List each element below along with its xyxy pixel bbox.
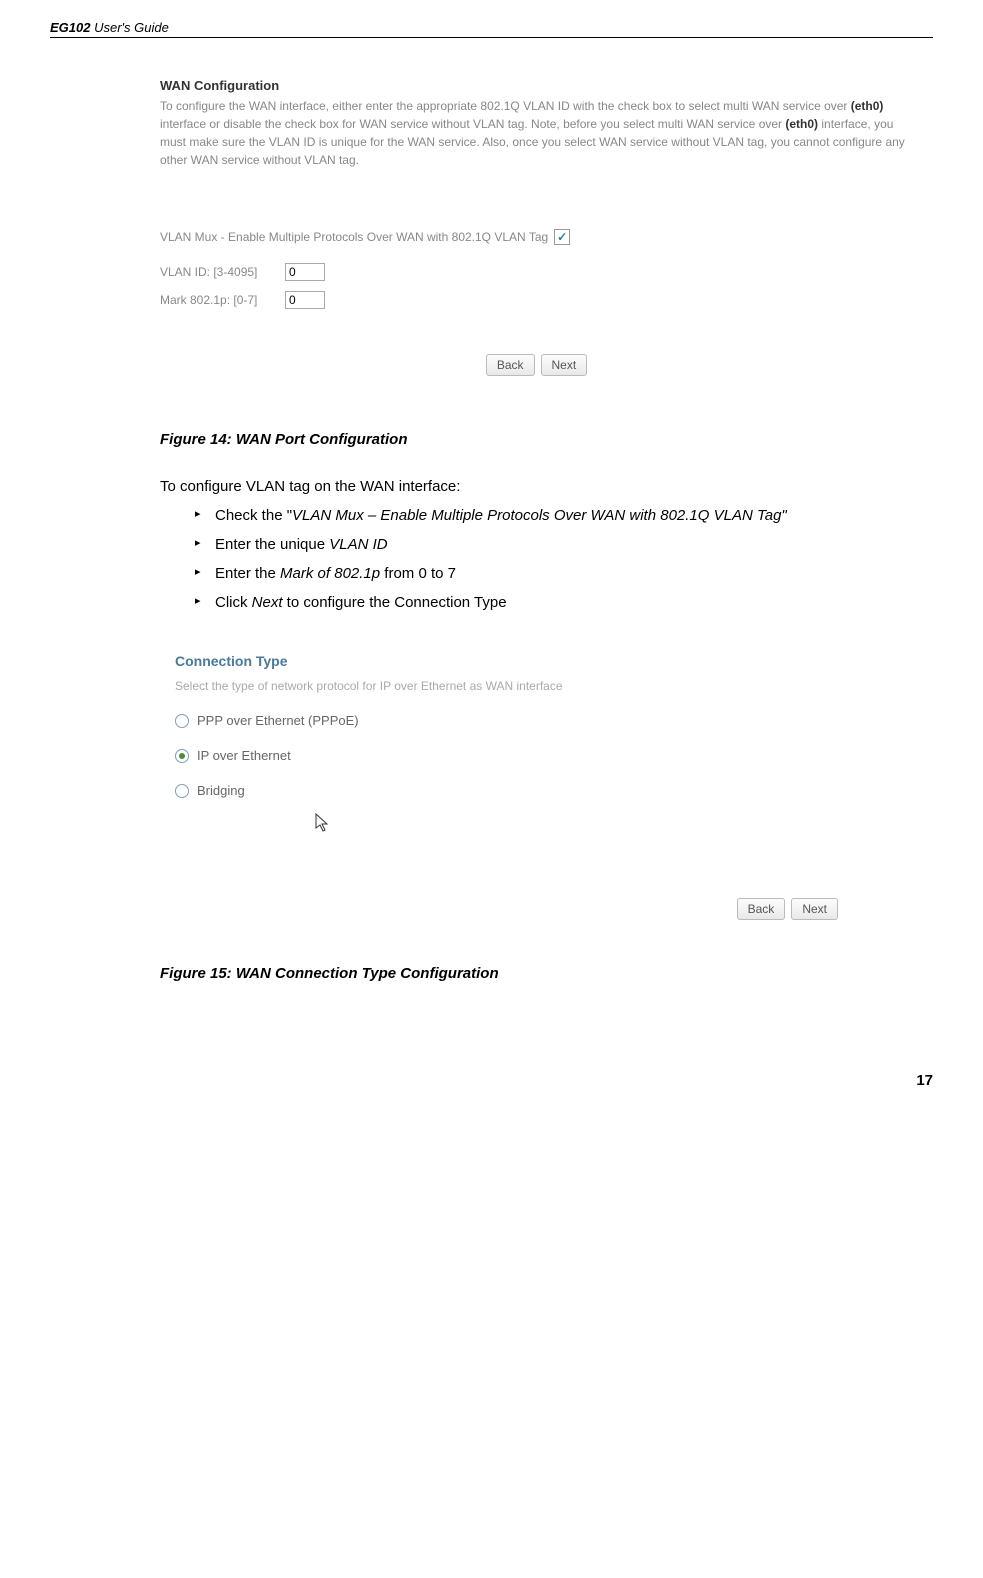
radio-icon: [175, 784, 189, 798]
connection-type-screenshot: Connection Type Select the type of netwo…: [160, 633, 913, 940]
subtitle: User's Guide: [94, 20, 169, 35]
list-item: Check the "VLAN Mux – Enable Multiple Pr…: [195, 505, 913, 526]
connection-type-description: Select the type of network protocol for …: [175, 679, 898, 693]
product-name: EG102: [50, 20, 90, 35]
button-row: Back Next: [160, 354, 913, 376]
page-header: EG102 User's Guide: [50, 20, 933, 38]
radio-icon: [175, 749, 189, 763]
button-row: Back Next: [175, 898, 838, 920]
instruction-list: Check the "VLAN Mux – Enable Multiple Pr…: [195, 505, 913, 613]
mark-input[interactable]: [285, 291, 325, 309]
eth-interface: (eth0): [851, 99, 884, 113]
vlan-id-input[interactable]: [285, 263, 325, 281]
list-item: Enter the unique VLAN ID: [195, 534, 913, 555]
eth-interface: (eth0): [785, 117, 818, 131]
radio-label: Bridging: [197, 783, 245, 798]
vlan-mux-row: VLAN Mux - Enable Multiple Protocols Ove…: [160, 229, 913, 245]
radio-icon: [175, 714, 189, 728]
next-button[interactable]: Next: [791, 898, 838, 920]
figure-14-caption: Figure 14: WAN Port Configuration: [160, 431, 913, 448]
radio-option-pppoe[interactable]: PPP over Ethernet (PPPoE): [175, 713, 898, 728]
radio-label: PPP over Ethernet (PPPoE): [197, 713, 359, 728]
mark-label: Mark 802.1p: [0-7]: [160, 293, 285, 307]
radio-option-ipoe[interactable]: IP over Ethernet: [175, 748, 898, 763]
vlan-mux-checkbox[interactable]: [554, 229, 570, 245]
back-button[interactable]: Back: [737, 898, 786, 920]
connection-type-heading: Connection Type: [175, 653, 898, 669]
list-item: Enter the Mark of 802.1p from 0 to 7: [195, 563, 913, 584]
intro-text: To configure VLAN tag on the WAN interfa…: [160, 478, 913, 495]
cursor-icon: [315, 813, 898, 838]
radio-label: IP over Ethernet: [197, 748, 291, 763]
radio-option-bridging[interactable]: Bridging: [175, 783, 898, 798]
content-area: WAN Configuration To configure the WAN i…: [160, 68, 913, 982]
next-button[interactable]: Next: [541, 354, 588, 376]
figure-15-caption: Figure 15: WAN Connection Type Configura…: [160, 965, 913, 982]
mark-row: Mark 802.1p: [0-7]: [160, 291, 913, 309]
list-item: Click Next to configure the Connection T…: [195, 592, 913, 613]
back-button[interactable]: Back: [486, 354, 535, 376]
wan-config-screenshot: WAN Configuration To configure the WAN i…: [160, 68, 913, 406]
document-title: EG102 User's Guide: [50, 20, 169, 35]
vlan-mux-label: VLAN Mux - Enable Multiple Protocols Ove…: [160, 230, 548, 244]
vlan-id-label: VLAN ID: [3-4095]: [160, 265, 285, 279]
page-number: 17: [50, 1072, 933, 1089]
vlan-id-row: VLAN ID: [3-4095]: [160, 263, 913, 281]
wan-config-description: To configure the WAN interface, either e…: [160, 97, 913, 169]
wan-config-heading: WAN Configuration: [160, 78, 913, 93]
